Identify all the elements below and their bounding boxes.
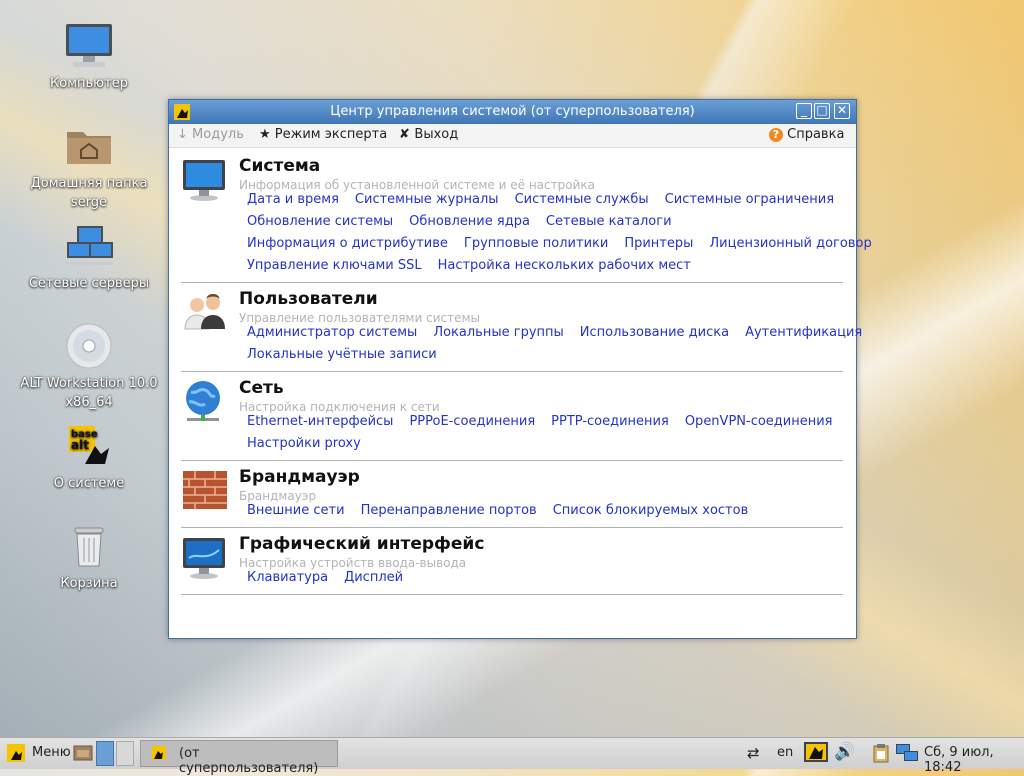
link-blocked-hosts[interactable]: Список блокируемых хостов <box>553 503 749 518</box>
star-icon: ★ <box>259 127 275 142</box>
workspace-2[interactable] <box>116 741 134 766</box>
section-title: Графический интерфейс <box>239 534 485 554</box>
link-pppoe[interactable]: PPPoE-соединения <box>409 414 535 429</box>
help-icon: ? <box>769 128 783 142</box>
window-toolbar: ↓ Модуль ★ Режим эксперта ✘ Выход ? Спра… <box>169 124 856 148</box>
basealt-logo-icon: base alt <box>63 420 115 472</box>
desktop-icon-home[interactable]: Домашняя папка serge <box>15 120 163 212</box>
close-button[interactable]: ✕ <box>834 103 850 119</box>
update-notifier-icon[interactable]: ⇄ <box>747 744 760 762</box>
link-system-logs[interactable]: Системные журналы <box>355 192 499 207</box>
desktop-icon-dvd[interactable]: ALT Workstation 10.0 x86_64 <box>15 320 163 412</box>
task-label: (от суперпользователя) <box>179 746 319 776</box>
section-title: Система <box>239 156 321 176</box>
link-printers[interactable]: Принтеры <box>624 236 693 251</box>
window-title: Центр управления системой (от суперпольз… <box>330 104 695 119</box>
clipboard-icon[interactable] <box>872 743 890 763</box>
link-disk-usage[interactable]: Использование диска <box>580 325 729 340</box>
network-servers-icon <box>63 220 115 272</box>
volume-icon[interactable]: 🔊 <box>834 742 855 762</box>
section-title: Сеть <box>239 378 284 398</box>
section-system: Система Информация об установленной сист… <box>181 156 872 283</box>
section-links: Клавиатура Дисплей <box>247 570 847 592</box>
section-subtitle: Настройка устройств ввода-вывода <box>239 556 467 570</box>
users-icon <box>181 289 229 337</box>
link-local-accounts[interactable]: Локальные учётные записи <box>247 347 437 362</box>
section-users: Пользователи Управление пользователями с… <box>181 289 862 372</box>
link-kernel-update[interactable]: Обновление ядра <box>409 214 530 229</box>
section-network: Сеть Настройка подключения к сети Ethern… <box>181 378 843 461</box>
link-sysadmin[interactable]: Администратор системы <box>247 325 417 340</box>
section-title: Брандмауэр <box>239 467 360 487</box>
taskbar: Меню (от суперпользователя) ⇄ en 🔊 Сб, 9… <box>0 737 1024 776</box>
section-firewall: Брандмауэр Брандмауэр Внешние сети Перена… <box>181 467 843 528</box>
workspace-switcher[interactable] <box>96 741 114 766</box>
start-menu-button[interactable]: Меню <box>32 745 71 760</box>
help-button[interactable]: ? Справка <box>769 127 844 142</box>
display-icon <box>181 534 229 582</box>
control-center-tray-icon[interactable] <box>803 741 829 765</box>
section-subtitle: Настройка подключения к сети <box>239 400 440 414</box>
section-links: Ethernet-интерфейсы PPPoE-соединения PPTP-… <box>247 414 847 458</box>
expert-mode-button[interactable]: ★ Режим эксперта <box>259 127 387 142</box>
link-system-services[interactable]: Системные службы <box>515 192 649 207</box>
section-links: Администратор системы Локальные группы Исп… <box>247 325 862 369</box>
section-subtitle: Брандмауэр <box>239 489 317 503</box>
disc-icon <box>63 320 115 372</box>
link-display[interactable]: Дисплей <box>344 570 403 585</box>
keyboard-layout-indicator[interactable]: en <box>777 745 793 760</box>
section-subtitle: Управление пользователями системы <box>239 311 480 325</box>
link-authentication[interactable]: Аутентификация <box>745 325 862 340</box>
taskbar-window-button[interactable]: (от суперпользователя) <box>140 740 338 776</box>
monitor-icon <box>181 156 229 204</box>
file-manager-icon[interactable] <box>73 744 93 762</box>
control-center-window: Центр управления системой (от суперпольз… <box>168 99 872 639</box>
start-menu-logo-icon[interactable] <box>6 743 26 763</box>
desktop-icon-network-servers[interactable]: Сетевые серверы <box>15 220 163 293</box>
window-titlebar[interactable]: Центр управления системой (от суперпольз… <box>169 100 856 124</box>
link-keyboard[interactable]: Клавиатура <box>247 570 328 585</box>
link-system-update[interactable]: Обновление системы <box>247 214 393 229</box>
section-links: Дата и время Системные журналы Системные с… <box>247 192 872 280</box>
link-proxy[interactable]: Настройки proxy <box>247 436 361 451</box>
link-port-forwarding[interactable]: Перенаправление портов <box>361 503 537 518</box>
link-system-limits[interactable]: Системные ограничения <box>665 192 834 207</box>
network-tray-icon[interactable] <box>895 743 919 763</box>
section-links: Внешние сети Перенаправление портов Список… <box>247 503 847 525</box>
home-folder-icon <box>63 120 115 172</box>
task-app-icon <box>151 745 167 761</box>
link-distro-info[interactable]: Информация о дистрибутиве <box>247 236 448 251</box>
arrow-down-icon: ↓ <box>177 127 193 142</box>
exit-x-icon: ✘ <box>399 127 415 142</box>
link-pptp[interactable]: PPTP-соединения <box>551 414 669 429</box>
module-button[interactable]: ↓ Модуль <box>177 127 244 142</box>
link-ssl-keys[interactable]: Управление ключами SSL <box>247 258 422 273</box>
link-external-networks[interactable]: Внешние сети <box>247 503 345 518</box>
link-network-directories[interactable]: Сетевые каталоги <box>546 214 672 229</box>
trash-icon <box>63 520 115 572</box>
link-ethernet[interactable]: Ethernet-интерфейсы <box>247 414 393 429</box>
globe-network-icon <box>181 378 229 426</box>
minimize-button[interactable]: _ <box>796 103 812 119</box>
maximize-button[interactable]: □ <box>814 103 830 119</box>
section-title: Пользователи <box>239 289 378 309</box>
desktop-icon-trash[interactable]: Корзина <box>15 520 163 593</box>
link-multiseat[interactable]: Настройка нескольких рабочих мест <box>438 258 691 273</box>
exit-button[interactable]: ✘ Выход <box>399 127 458 142</box>
firewall-icon <box>181 467 229 515</box>
link-group-policies[interactable]: Групповые политики <box>464 236 608 251</box>
desktop-icon-computer[interactable]: Компьютер <box>15 20 163 93</box>
clock[interactable]: Сб, 9 июл, 18:42 <box>924 745 1024 775</box>
link-local-groups[interactable]: Локальные группы <box>433 325 563 340</box>
link-date-time[interactable]: Дата и время <box>247 192 339 207</box>
section-subtitle: Информация об установленной системе и её… <box>239 178 595 192</box>
link-license[interactable]: Лицензионный договор <box>709 236 871 251</box>
section-graphics: Графический интерфейс Настройка устройст… <box>181 534 843 595</box>
desktop-icon-about[interactable]: base alt О системе <box>15 420 163 493</box>
computer-icon <box>63 20 115 72</box>
svg-text:alt: alt <box>71 438 89 452</box>
link-openvpn[interactable]: OpenVPN-соединения <box>685 414 833 429</box>
